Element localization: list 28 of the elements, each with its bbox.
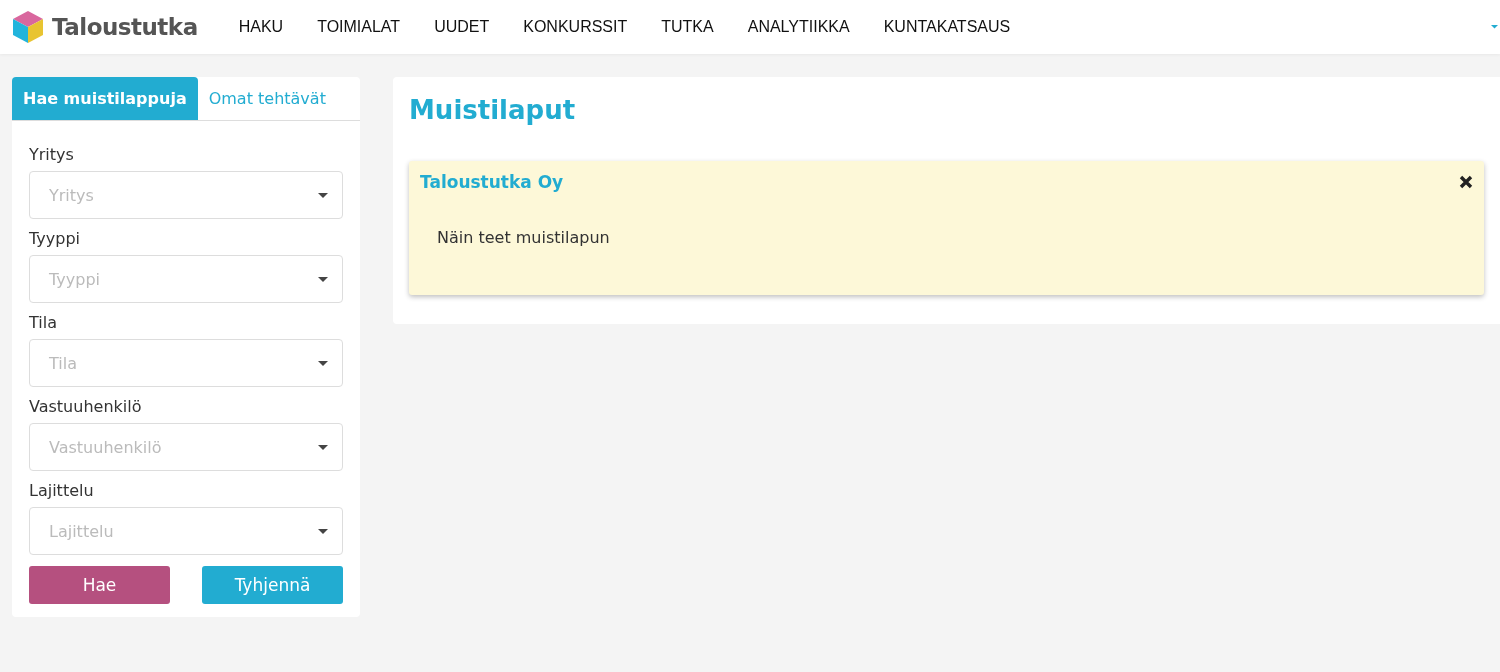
close-icon[interactable] — [1459, 175, 1473, 189]
nav-link[interactable]: ANALYTIIKKA — [747, 18, 850, 36]
nav-link[interactable]: UUDET — [434, 18, 490, 36]
note-company: Taloustutka Oy — [420, 172, 564, 192]
field-label: Tila — [29, 313, 58, 332]
logo-text: Taloustutka — [52, 14, 198, 40]
caret-icon — [318, 276, 328, 282]
nav-link[interactable]: TOIMIALAT — [317, 18, 401, 36]
cube-logo-icon — [10, 9, 46, 45]
nav-link[interactable]: KONKURSSIT — [523, 18, 628, 36]
action-button[interactable]: Tyhjennä — [202, 566, 343, 604]
nav-link[interactable]: KUNTAKATSAUS — [883, 18, 1011, 36]
field-label: Lajittelu — [29, 481, 95, 500]
caret-icon — [318, 360, 328, 366]
nav-link[interactable]: TUTKA — [661, 18, 714, 36]
field-label: Vastuuhenkilö — [29, 397, 143, 416]
tab[interactable]: Omat tehtävät — [197, 77, 337, 120]
note-text: Näin teet muistilapun — [437, 228, 611, 247]
tab[interactable]: Hae muistilappuja — [12, 77, 198, 120]
caret-icon — [1491, 25, 1498, 29]
page-title: Muistilaput — [409, 95, 577, 125]
field-label: Tyyppi — [29, 229, 81, 248]
nav-link[interactable]: HAKU — [238, 18, 284, 36]
caret-icon — [318, 444, 328, 450]
action-button[interactable]: Hae — [29, 566, 170, 604]
caret-icon — [318, 192, 328, 198]
caret-icon — [318, 528, 328, 534]
field-label: Yritys — [29, 145, 75, 164]
